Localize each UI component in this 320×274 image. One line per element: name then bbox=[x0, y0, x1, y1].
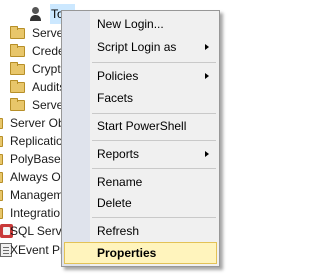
menu-item-delete[interactable]: Delete bbox=[64, 192, 217, 214]
menu-item-label: Facets bbox=[97, 91, 134, 105]
context-menu: New Login... Script Login as Policies Fa… bbox=[61, 10, 220, 267]
tree-node-label: Managem bbox=[10, 188, 64, 202]
folder-icon bbox=[0, 208, 3, 219]
folder-icon bbox=[10, 80, 25, 93]
folder-icon bbox=[0, 172, 3, 183]
menu-item-label: Reports bbox=[97, 147, 140, 161]
tree-node-label: SQL Serve bbox=[10, 224, 69, 238]
tree-node-label: Crede bbox=[32, 44, 65, 58]
tree-node-label: Always On bbox=[10, 170, 68, 184]
submenu-arrow-icon bbox=[205, 151, 209, 157]
tree-node-label: Replicatio bbox=[10, 134, 63, 148]
submenu-arrow-icon bbox=[205, 73, 209, 79]
menu-item-refresh[interactable]: Refresh bbox=[64, 220, 217, 242]
menu-item-start-powershell[interactable]: Start PowerShell bbox=[64, 115, 217, 137]
menu-item-new-login[interactable]: New Login... bbox=[64, 13, 217, 35]
menu-separator bbox=[92, 113, 216, 114]
login-user-icon bbox=[28, 7, 44, 21]
tree-node-label: PolyBase bbox=[10, 152, 61, 166]
menu-item-label: Script Login as bbox=[97, 40, 177, 54]
folder-icon bbox=[10, 44, 25, 57]
menu-item-rename[interactable]: Rename bbox=[64, 171, 217, 193]
tree-node-label: Server Ob bbox=[10, 116, 65, 130]
menu-item-label: New Login... bbox=[97, 17, 164, 31]
menu-item-label: Policies bbox=[97, 69, 139, 83]
folder-icon bbox=[0, 190, 3, 201]
menu-separator bbox=[92, 140, 216, 141]
menu-item-facets[interactable]: Facets bbox=[64, 87, 217, 109]
menu-item-label: Refresh bbox=[97, 224, 140, 238]
menu-separator bbox=[92, 217, 216, 218]
menu-item-reports[interactable]: Reports bbox=[64, 143, 217, 165]
submenu-arrow-icon bbox=[205, 44, 209, 50]
folder-icon bbox=[10, 26, 25, 39]
folder-icon bbox=[0, 154, 3, 165]
menu-item-label: Properties bbox=[97, 246, 157, 260]
menu-item-label: Rename bbox=[97, 175, 143, 189]
menu-item-properties[interactable]: Properties bbox=[64, 242, 217, 264]
tree-node-label: XEvent Pr bbox=[10, 243, 65, 257]
menu-separator bbox=[92, 168, 216, 169]
folder-icon bbox=[0, 118, 3, 129]
folder-icon bbox=[0, 136, 3, 147]
tree-node-label: Integratio bbox=[10, 206, 61, 220]
folder-icon bbox=[10, 98, 25, 111]
menu-item-policies[interactable]: Policies bbox=[64, 65, 217, 87]
menu-separator bbox=[92, 62, 216, 63]
folder-icon bbox=[10, 62, 25, 75]
menu-item-script-login-as[interactable]: Script Login as bbox=[64, 36, 217, 58]
menu-item-label: Delete bbox=[97, 196, 132, 210]
menu-item-label: Start PowerShell bbox=[97, 119, 187, 133]
